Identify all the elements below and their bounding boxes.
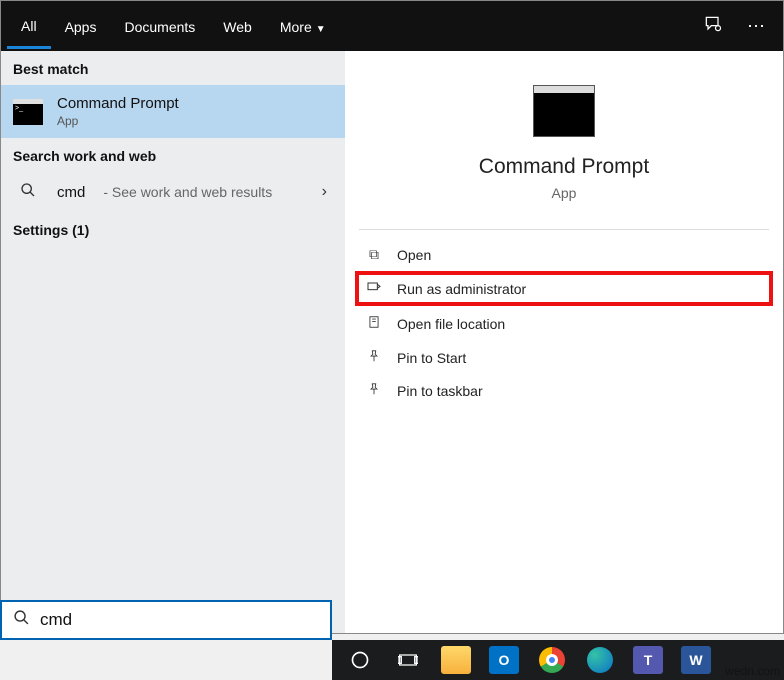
search-web-heading: Search work and web: [1, 138, 345, 172]
taskbar-app-outlook[interactable]: O: [484, 644, 524, 676]
taskbar-app-edge[interactable]: [580, 644, 620, 676]
preview-subtitle: App: [345, 185, 783, 201]
search-icon: [2, 609, 40, 631]
search-icon: [13, 182, 43, 202]
web-search-row[interactable]: cmd - See work and web results ›: [1, 172, 345, 212]
result-subtitle: App: [57, 114, 179, 128]
feedback-icon[interactable]: [691, 14, 735, 39]
preview-title: Command Prompt: [345, 155, 783, 179]
start-search-window: All Apps Documents Web More▼ ⋯ Best matc…: [0, 0, 784, 634]
action-open[interactable]: ⧉ Open: [355, 238, 773, 271]
command-prompt-icon: [13, 99, 43, 125]
tab-more[interactable]: More▼: [266, 5, 340, 47]
taskbar-app-word[interactable]: W: [676, 644, 716, 676]
pin-icon: [365, 382, 383, 399]
action-open-file-location[interactable]: Open file location: [355, 306, 773, 341]
action-label: Open file location: [397, 316, 505, 332]
preview-app-icon: [533, 85, 595, 137]
outlook-icon: O: [489, 646, 519, 674]
tab-web[interactable]: Web: [209, 5, 266, 47]
search-box[interactable]: [0, 600, 332, 640]
task-view-icon[interactable]: [388, 644, 428, 676]
action-list: ⧉ Open Run as administrator Open file lo…: [345, 234, 783, 411]
best-match-result[interactable]: Command Prompt App: [1, 85, 345, 138]
watermark: wedn.com: [725, 664, 780, 678]
action-label: Pin to Start: [397, 350, 466, 366]
folder-icon: [365, 314, 383, 333]
taskbar-app-explorer[interactable]: [436, 644, 476, 676]
more-options-icon[interactable]: ⋯: [735, 16, 777, 37]
pin-icon: [365, 349, 383, 366]
taskbar-app-chrome[interactable]: [532, 644, 572, 676]
scope-tabs: All Apps Documents Web More▼ ⋯: [1, 1, 783, 51]
web-query-hint: - See work and web results: [103, 184, 272, 200]
action-label: Open: [397, 247, 431, 263]
divider: [359, 229, 769, 230]
word-icon: W: [681, 646, 711, 674]
action-pin-to-start[interactable]: Pin to Start: [355, 341, 773, 374]
results-pane: Best match Command Prompt App Search wor…: [1, 51, 345, 633]
taskbar: O T W: [332, 640, 784, 680]
web-query-text: cmd: [57, 184, 85, 201]
open-icon: ⧉: [365, 246, 383, 263]
action-label: Pin to taskbar: [397, 383, 483, 399]
search-input[interactable]: [40, 610, 330, 630]
best-match-heading: Best match: [1, 51, 345, 85]
tab-documents[interactable]: Documents: [110, 5, 209, 47]
chevron-right-icon: ›: [322, 183, 333, 201]
chrome-icon: [539, 647, 565, 673]
preview-pane: Command Prompt App ⧉ Open Run as adminis…: [345, 51, 783, 633]
tab-apps[interactable]: Apps: [51, 5, 111, 47]
cortana-icon[interactable]: [340, 644, 380, 676]
tab-all[interactable]: All: [7, 4, 51, 49]
teams-icon: T: [633, 646, 663, 674]
settings-heading[interactable]: Settings (1): [1, 212, 345, 246]
taskbar-app-teams[interactable]: T: [628, 644, 668, 676]
action-run-as-administrator[interactable]: Run as administrator: [355, 271, 773, 306]
result-title: Command Prompt: [57, 95, 179, 112]
edge-icon: [587, 647, 613, 673]
action-pin-to-taskbar[interactable]: Pin to taskbar: [355, 374, 773, 407]
chevron-down-icon: ▼: [316, 24, 326, 35]
file-explorer-icon: [441, 646, 471, 674]
admin-shield-icon: [365, 279, 383, 298]
action-label: Run as administrator: [397, 281, 526, 297]
